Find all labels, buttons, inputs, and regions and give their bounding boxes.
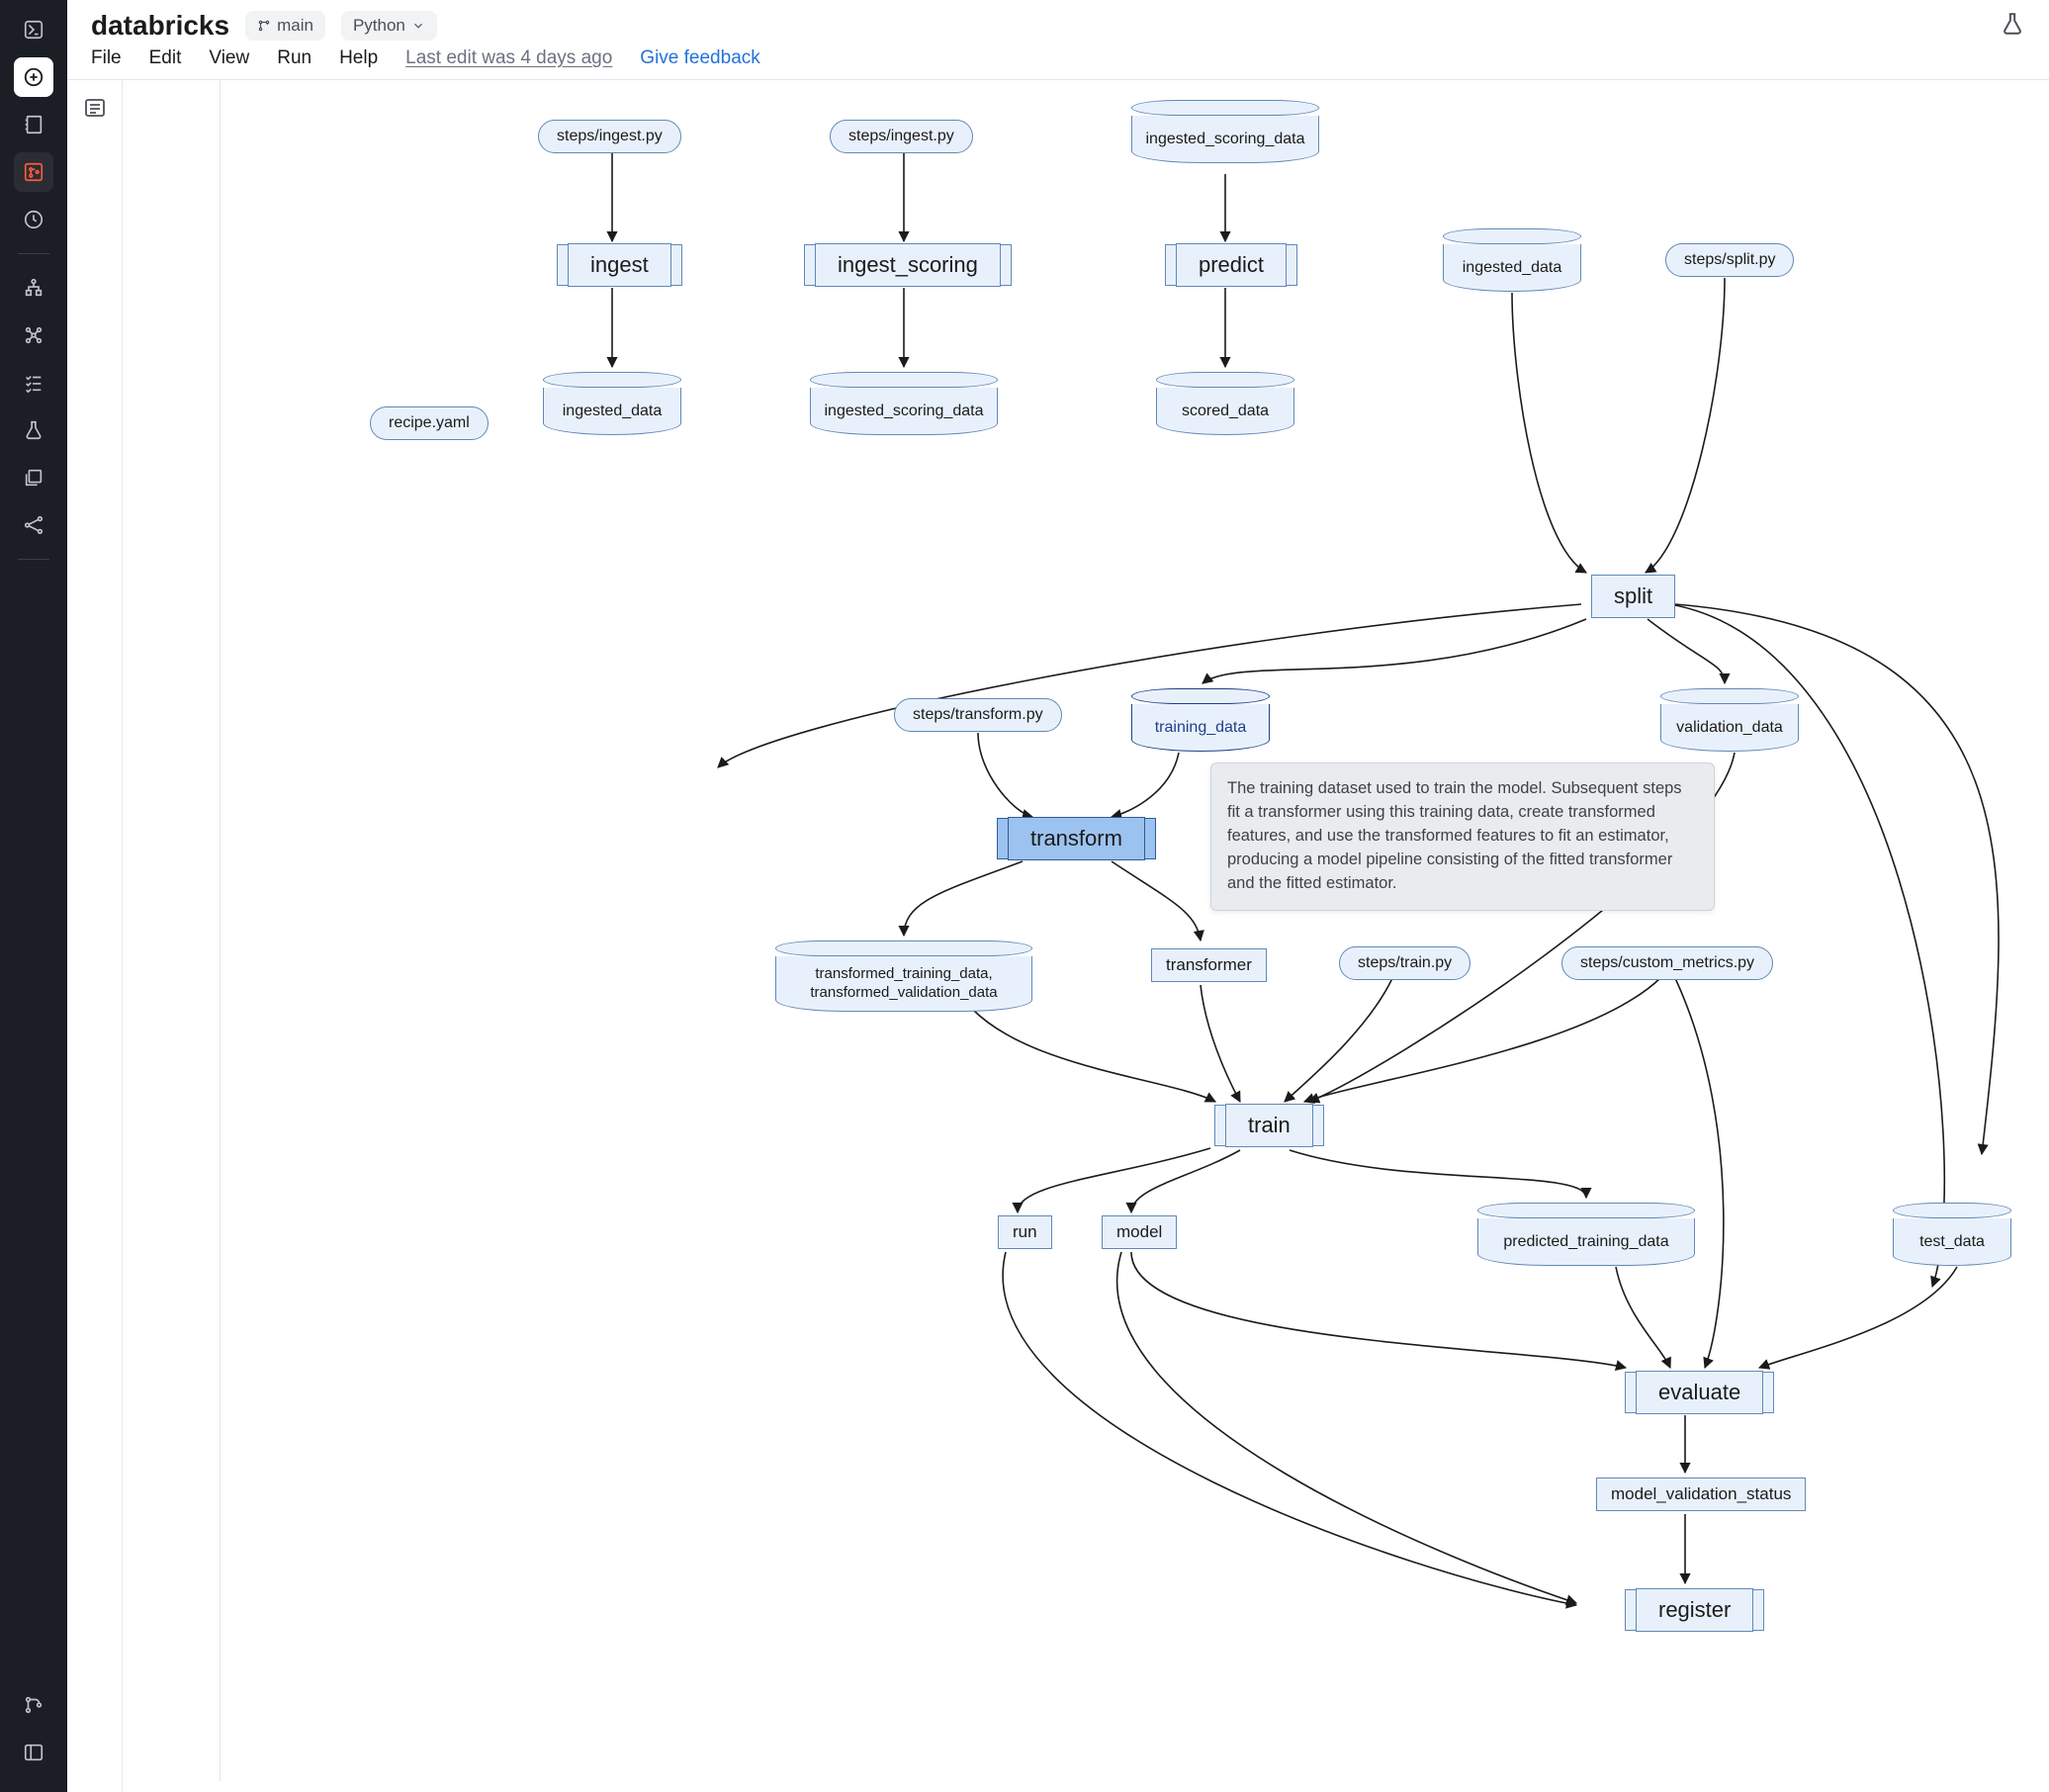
cell-gutter (67, 80, 123, 1792)
branch-label: main (277, 16, 313, 36)
register-step[interactable]: register (1636, 1588, 1753, 1632)
ingested-scoring-data[interactable]: ingested_scoring_data (810, 372, 998, 435)
logo-icon[interactable] (14, 10, 53, 49)
notebook-icon[interactable] (14, 105, 53, 144)
menu-help[interactable]: Help (339, 47, 378, 69)
ingest-scoring-step[interactable]: ingest_scoring (815, 243, 1001, 287)
chevron-down-icon (411, 19, 425, 33)
menu-run[interactable]: Run (277, 47, 312, 69)
scored-data[interactable]: scored_data (1156, 372, 1294, 435)
transform-step[interactable]: transform (1008, 817, 1145, 860)
tree-icon[interactable] (14, 268, 53, 308)
test-data[interactable]: test_data (1893, 1203, 2011, 1266)
branch-chip[interactable]: main (245, 11, 325, 41)
last-edit-label[interactable]: Last edit was 4 days ago (405, 47, 612, 69)
give-feedback-link[interactable]: Give feedback (640, 47, 759, 69)
ingested-data[interactable]: ingested_data (543, 372, 681, 435)
new-button[interactable] (14, 57, 53, 97)
language-chip[interactable]: Python (341, 11, 437, 41)
branches-icon[interactable] (14, 1685, 53, 1725)
split-step[interactable]: split (1591, 575, 1675, 618)
custom-metrics-src[interactable]: steps/custom_metrics.py (1561, 946, 1773, 980)
predict-step[interactable]: predict (1176, 243, 1287, 287)
left-rail (0, 0, 67, 1792)
model-icon[interactable] (14, 315, 53, 355)
evaluate-step[interactable]: evaluate (1636, 1371, 1763, 1414)
panel-icon[interactable] (14, 1733, 53, 1772)
model[interactable]: model (1102, 1215, 1177, 1249)
page-title: databricks (91, 10, 229, 42)
header: databricks main Python File Edit View (67, 0, 2049, 80)
train-step[interactable]: train (1225, 1104, 1313, 1147)
ingested-scoring-data-top[interactable]: ingested_scoring_data (1131, 100, 1319, 163)
split-src[interactable]: steps/split.py (1665, 243, 1794, 277)
run[interactable]: run (998, 1215, 1052, 1249)
flask-icon[interactable] (14, 410, 53, 450)
recipe-yaml[interactable]: recipe.yaml (370, 406, 489, 440)
train-src[interactable]: steps/train.py (1339, 946, 1470, 980)
validation-data[interactable]: validation_data (1660, 688, 1799, 752)
transformer[interactable]: transformer (1151, 948, 1267, 982)
model-validation-status[interactable]: model_validation_status (1596, 1478, 1806, 1511)
ingest-step[interactable]: ingest (568, 243, 671, 287)
repo-icon[interactable] (14, 152, 53, 192)
toc-icon[interactable] (83, 96, 107, 1792)
tooltip: The training dataset used to train the m… (1210, 762, 1715, 911)
menu-edit[interactable]: Edit (149, 47, 182, 69)
transform-src[interactable]: steps/transform.py (894, 698, 1062, 732)
recent-icon[interactable] (14, 200, 53, 239)
menu-file[interactable]: File (91, 47, 122, 69)
transformed-data[interactable]: transformed_training_data, transformed_v… (775, 941, 1032, 1012)
ingest-src[interactable]: steps/ingest.py (538, 120, 681, 153)
pipeline-canvas[interactable]: steps/ingest.py steps/ingest.py ingested… (123, 80, 2021, 1781)
menu-view[interactable]: View (209, 47, 249, 69)
experiments-icon[interactable] (2000, 11, 2025, 42)
training-data[interactable]: training_data (1131, 688, 1270, 752)
tasks-icon[interactable] (14, 363, 53, 403)
branch-icon (257, 19, 271, 33)
graph-icon[interactable] (14, 505, 53, 545)
stack-icon[interactable] (14, 458, 53, 497)
predicted-training-data[interactable]: predicted_training_data (1477, 1203, 1695, 1266)
ingested-data-2[interactable]: ingested_data (1443, 228, 1581, 292)
ingest-scoring-src[interactable]: steps/ingest.py (830, 120, 973, 153)
language-label: Python (353, 16, 405, 36)
